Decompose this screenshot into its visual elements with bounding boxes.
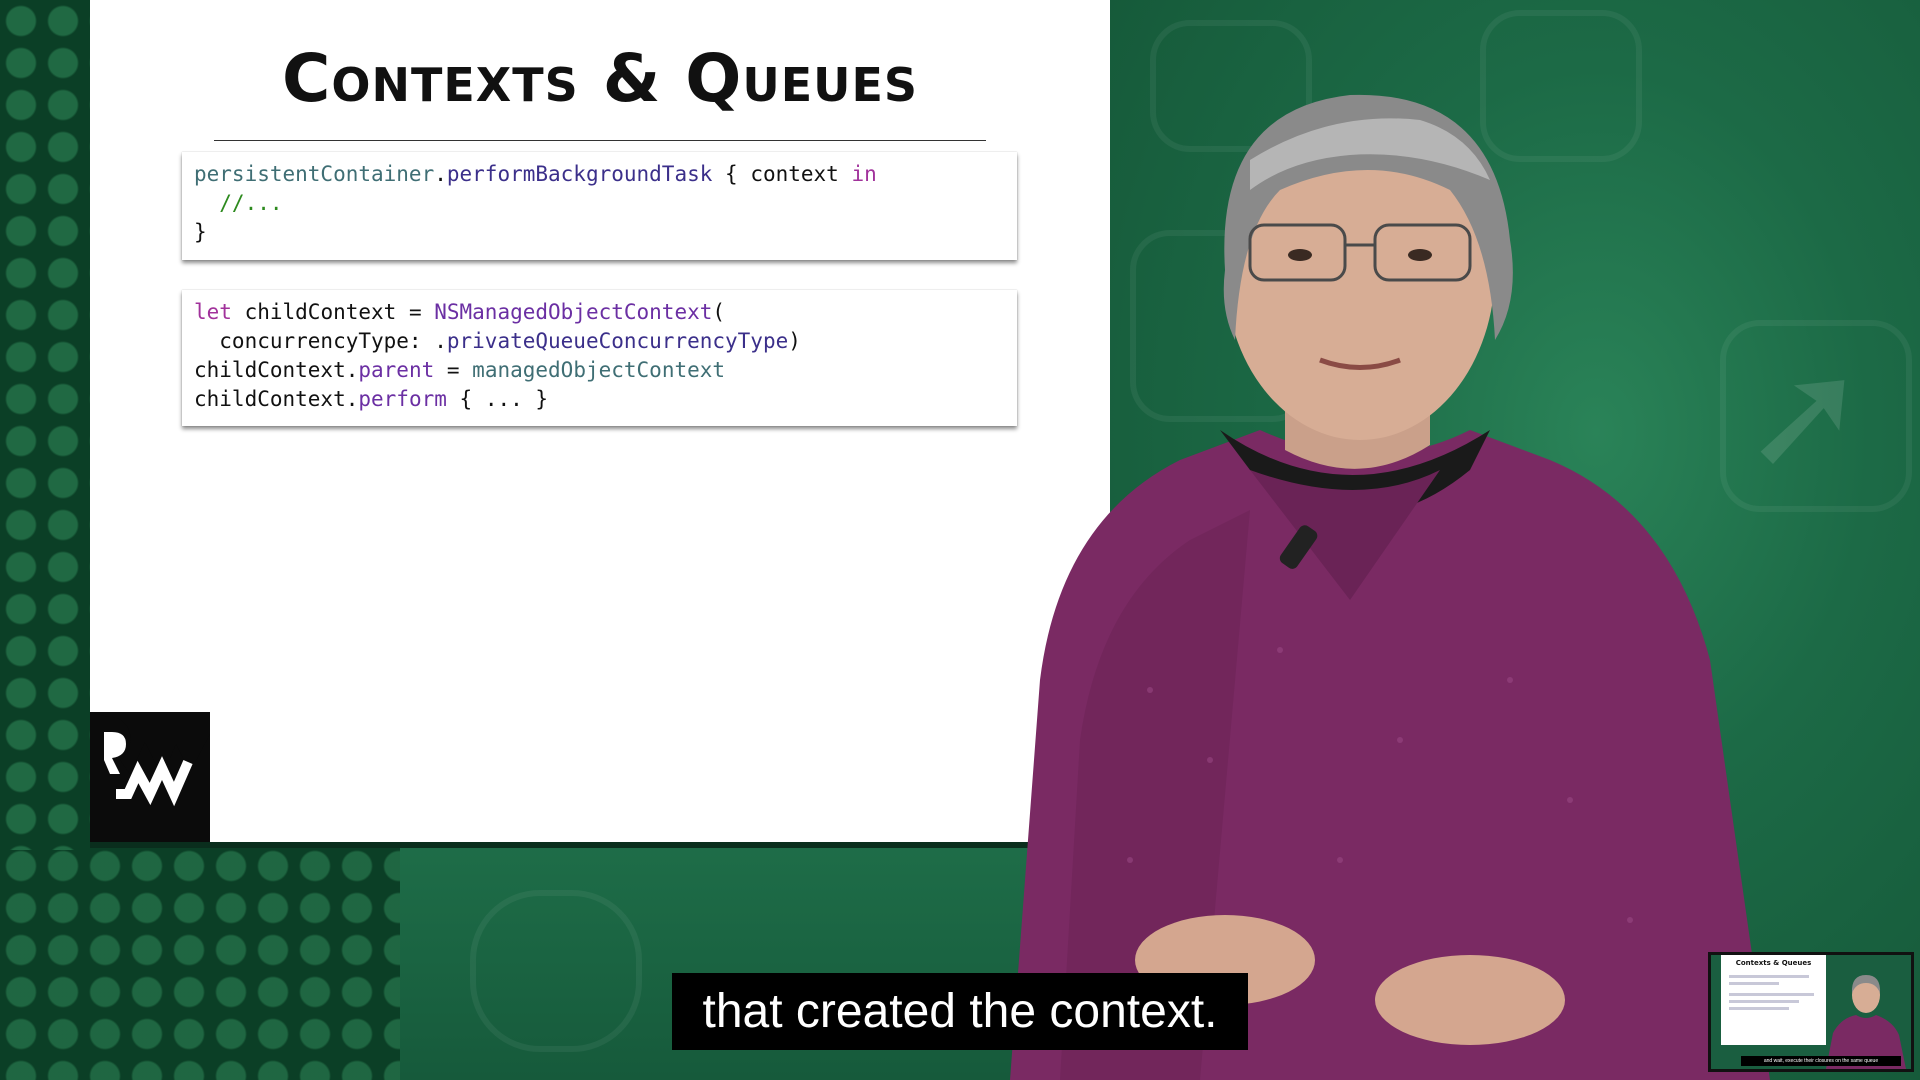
thumbnail-slide: Contexts & Queues — [1721, 955, 1826, 1045]
code-type: persistentContainer — [194, 162, 435, 186]
code-comment: //... — [194, 191, 283, 215]
code-keyword: let — [194, 300, 232, 324]
code-text: ) — [788, 329, 801, 353]
code-block-perform-background-task: persistentContainer.performBackgroundTas… — [182, 152, 1017, 260]
rw-logo-icon — [90, 712, 210, 842]
thumbnail-code-line — [1729, 1000, 1799, 1003]
code-method: perform — [358, 387, 447, 411]
thumbnail-code-line — [1729, 1007, 1789, 1010]
title-divider — [214, 140, 986, 141]
code-text: childContext. — [194, 387, 359, 411]
thumbnail-caption: and wait, execute their closures on the … — [1741, 1056, 1901, 1066]
thumbnail-code-line — [1729, 993, 1814, 996]
code-type: NSManagedObjectContext — [434, 300, 713, 324]
thumbnail-presenter — [1826, 975, 1906, 1069]
subtitle-caption: that created the context. — [672, 973, 1248, 1050]
code-text: childContext. — [194, 358, 359, 382]
thumbnail-code-line — [1729, 982, 1779, 985]
presenter-figure — [1010, 94, 1770, 1080]
code-text: } — [194, 220, 207, 244]
thumbnail-title: Contexts & Queues — [1735, 959, 1812, 967]
faint-heart-icon — [470, 890, 642, 1052]
code-method: performBackgroundTask — [446, 162, 713, 186]
thumbnail-code-line — [1729, 975, 1809, 978]
code-property: parent — [358, 358, 435, 382]
code-text: childContext = — [231, 300, 435, 324]
video-frame: ➚ Contexts & Queues persistentContainer.… — [0, 0, 1920, 1080]
tile-pattern-bottom — [0, 845, 400, 1080]
code-keyword: in — [851, 162, 877, 186]
preview-thumbnail[interactable]: Contexts & Queues and wait, execute thei… — [1708, 952, 1914, 1072]
code-type: managedObjectContext — [472, 358, 726, 382]
code-text: ( — [712, 300, 726, 324]
code-method: privateQueueConcurrencyType — [446, 329, 789, 353]
code-text: { ... } — [446, 387, 549, 411]
code-block-child-context: let childContext = NSManagedObjectContex… — [182, 290, 1017, 426]
code-text: { context — [712, 162, 852, 186]
tile-pattern-left — [0, 0, 92, 850]
code-text: = — [434, 358, 473, 382]
code-text: . — [434, 162, 447, 186]
code-text: concurrencyType: . — [194, 329, 447, 353]
